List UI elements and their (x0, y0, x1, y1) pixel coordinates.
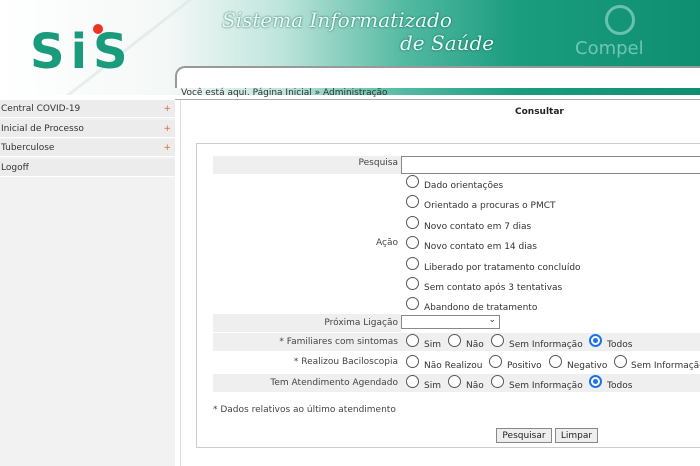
baciloscopia-radio-positivo[interactable] (489, 355, 502, 368)
pesquisar-button[interactable]: Pesquisar (496, 428, 552, 443)
expand-icon: + (163, 124, 171, 134)
compel-logo: Compel (575, 38, 644, 59)
sidebar-item-central-covid[interactable]: Central COVID-19 + (0, 100, 175, 118)
radio-label: Não (466, 340, 484, 350)
familiares-radio-sem-informacao[interactable] (491, 334, 504, 347)
familiares-radio-todos[interactable] (589, 334, 602, 347)
sidebar-item-label: Tuberculose (1, 143, 55, 153)
acao-radio-liberado[interactable] (406, 257, 419, 270)
baciloscopia-radio-nao-realizou[interactable] (406, 355, 419, 368)
footnote: * Dados relativos ao último atendimento (213, 405, 396, 415)
acao-option-label: Novo contato em 7 dias (424, 222, 532, 232)
baciloscopia-label: * Realizou Baciloscopia (293, 357, 398, 367)
radio-label: Sim (424, 340, 441, 350)
acao-radio-abandono[interactable] (406, 297, 419, 310)
breadcrumb: Você está aqui. Página Inicial » Adminis… (181, 88, 388, 98)
atendimento-radio-todos[interactable] (589, 375, 602, 388)
sidebar: Central COVID-19 + Inicial de Processo +… (0, 100, 175, 466)
form-title: Consultar (515, 107, 564, 117)
acao-option-label: Dado orientações (424, 181, 504, 191)
sidebar-item-label: Central COVID-19 (1, 104, 81, 114)
radio-label: Sem Informação (631, 361, 700, 371)
atendimento-radio-sim[interactable] (406, 375, 419, 388)
sidebar-item-label: Logoff (1, 163, 29, 173)
familiares-label: * Familiares com sintomas (279, 337, 398, 347)
proxima-ligacao-label: Próxima Ligação (324, 318, 398, 328)
familiares-radio-nao[interactable] (448, 334, 461, 347)
compel-logo-icon (605, 5, 635, 35)
acao-option-label: Orientado a procuras o PMCT (424, 201, 556, 211)
expand-icon: + (163, 104, 171, 114)
acao-radio-novo-14-dias[interactable] (406, 236, 419, 249)
atendimento-label: Tem Atendimento Agendado (270, 378, 398, 388)
acao-radio-orientado-pmct[interactable] (406, 195, 419, 208)
radio-label: Todos (607, 340, 633, 350)
proxima-ligacao-select[interactable]: ⌄ (401, 315, 500, 329)
radio-label: Todos (607, 381, 633, 391)
baciloscopia-radio-sem-informacao[interactable] (614, 355, 627, 368)
acao-radio-sem-contato[interactable] (406, 277, 419, 290)
familiares-radio-sim[interactable] (406, 334, 419, 347)
chevron-down-icon: ⌄ (488, 315, 496, 325)
atendimento-radio-nao[interactable] (448, 375, 461, 388)
radio-label: Não Realizou (424, 361, 483, 371)
sidebar-item-tuberculose[interactable]: Tuberculose + (0, 139, 175, 157)
radio-label: Sem Informação (509, 340, 583, 350)
sidebar-item-logoff[interactable]: Logoff (0, 159, 175, 177)
acao-option-label: Liberado por tratamento concluído (424, 263, 581, 273)
pesquisa-input[interactable] (401, 156, 700, 174)
limpar-button[interactable]: Limpar (555, 428, 598, 443)
radio-label: Positivo (507, 361, 542, 371)
content-frame (175, 66, 700, 88)
baciloscopia-radio-negativo[interactable] (549, 355, 562, 368)
acao-radio-novo-7-dias[interactable] (406, 216, 419, 229)
atendimento-radio-sem-informacao[interactable] (491, 375, 504, 388)
radio-label: Não (466, 381, 484, 391)
radio-label: Negativo (567, 361, 608, 371)
pesquisa-label: Pesquisa (358, 158, 398, 168)
acao-radio-dado-orientacoes[interactable] (406, 175, 419, 188)
sidebar-item-label: Inicial de Processo (1, 124, 84, 134)
acao-label: Ação (376, 238, 398, 248)
sis-logo: SiS (30, 24, 134, 80)
acao-option-label: Novo contato em 14 dias (424, 242, 537, 252)
logo-dot (93, 24, 103, 34)
acao-option-label: Sem contato após 3 tentativas (424, 283, 563, 293)
acao-option-label: Abandono de tratamento (424, 303, 538, 313)
radio-label: Sem Informação (509, 381, 583, 391)
sidebar-item-inicial-processo[interactable]: Inicial de Processo + (0, 120, 175, 138)
radio-label: Sim (424, 381, 441, 391)
system-title-line1: Sistema Informatizado (222, 8, 452, 32)
system-title-line2: de Saúde (400, 31, 495, 55)
expand-icon: + (163, 143, 171, 153)
